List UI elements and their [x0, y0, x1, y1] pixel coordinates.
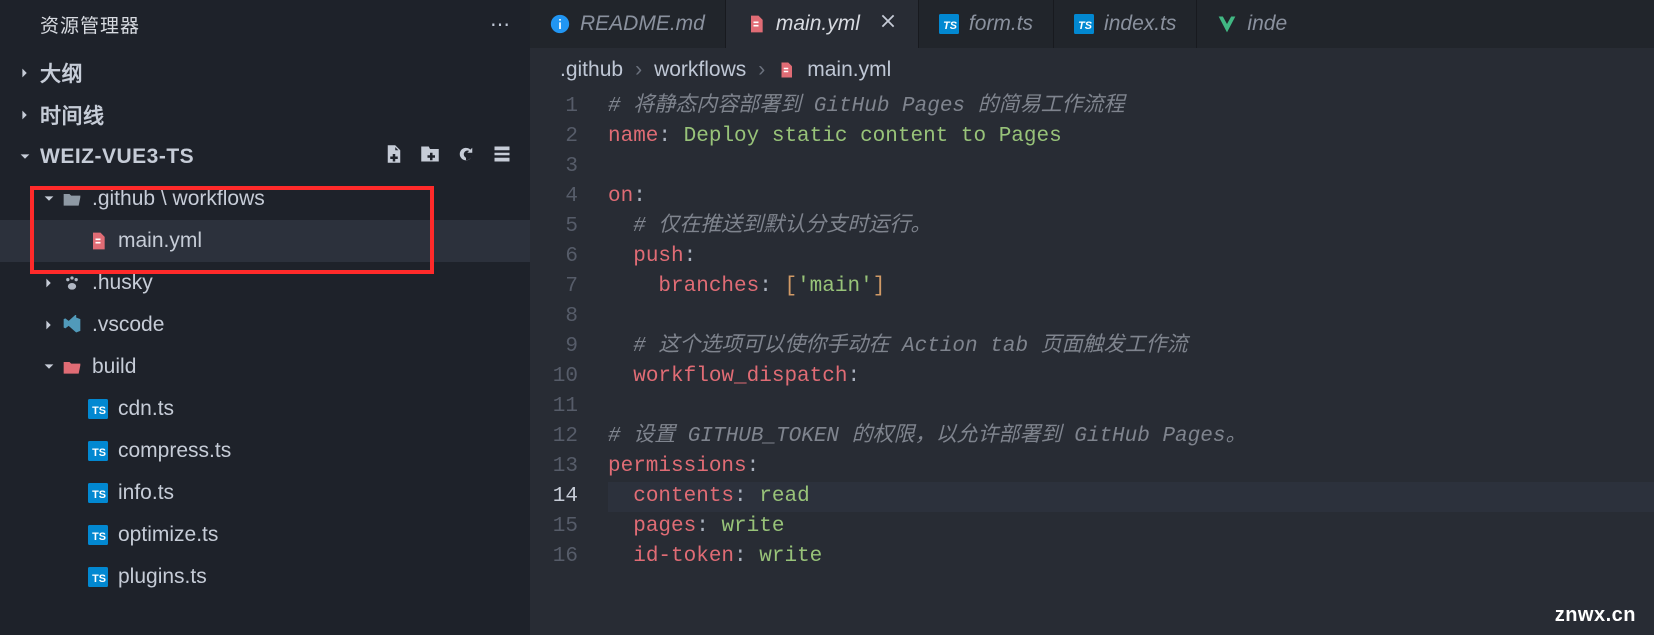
yaml-icon — [777, 61, 795, 79]
ts-icon — [1074, 14, 1094, 34]
watermark: znwx.cn — [1555, 604, 1636, 627]
outline-label: 大纲 — [40, 58, 83, 88]
breadcrumb-seg[interactable]: main.yml — [807, 58, 891, 82]
info-icon — [550, 14, 570, 34]
project-root[interactable]: WEIZ-VUE3-TS — [0, 136, 530, 178]
tab-index-ts[interactable]: index.ts — [1054, 0, 1197, 48]
chevron-down-icon — [16, 150, 34, 164]
close-icon[interactable] — [878, 11, 898, 37]
chevron-down-icon — [40, 192, 58, 206]
file-optimize-ts[interactable]: optimize.ts — [0, 514, 530, 556]
file-label: optimize.ts — [118, 523, 218, 547]
chevron-right-icon — [40, 318, 58, 332]
new-folder-icon[interactable] — [420, 144, 440, 170]
paw-icon — [58, 273, 86, 293]
timeline-label: 时间线 — [40, 100, 105, 130]
breadcrumb[interactable]: .github › workflows › main.yml — [530, 48, 1654, 92]
sidebar-title: 资源管理器 — [40, 11, 490, 38]
project-actions — [384, 144, 530, 170]
chevron-right-icon — [40, 276, 58, 290]
code-content[interactable]: # 将静态内容部署到 GitHub Pages 的简易工作流程name: Dep… — [596, 92, 1654, 635]
ts-icon — [84, 567, 112, 587]
sidebar-header: 资源管理器 ⋯ — [0, 0, 530, 48]
tab-label: index.ts — [1104, 12, 1176, 36]
tab-label: form.ts — [969, 12, 1033, 36]
refresh-icon[interactable] — [456, 144, 476, 170]
yaml-icon — [84, 231, 112, 251]
tab-label: inde — [1247, 12, 1287, 36]
file-info-ts[interactable]: info.ts — [0, 472, 530, 514]
file-label: plugins.ts — [118, 565, 207, 589]
file-label: cdn.ts — [118, 397, 174, 421]
ts-icon — [939, 14, 959, 34]
ts-icon — [84, 441, 112, 461]
ts-icon — [84, 399, 112, 419]
yaml-icon — [746, 14, 766, 34]
folder-label: .github \ workflows — [92, 187, 265, 211]
tab-vue[interactable]: inde — [1197, 0, 1307, 48]
chevron-down-icon — [40, 360, 58, 374]
file-label: main.yml — [118, 229, 202, 253]
breadcrumb-seg[interactable]: .github — [560, 58, 623, 82]
more-icon[interactable]: ⋯ — [490, 12, 510, 37]
collapse-icon[interactable] — [492, 144, 512, 170]
file-compress-ts[interactable]: compress.ts — [0, 430, 530, 472]
new-file-icon[interactable] — [384, 144, 404, 170]
editor-area: README.md main.yml form.ts index.ts inde… — [530, 0, 1654, 635]
folder-github[interactable]: .github \ workflows — [0, 178, 530, 220]
tab-bar: README.md main.yml form.ts index.ts inde — [530, 0, 1654, 48]
file-cdn-ts[interactable]: cdn.ts — [0, 388, 530, 430]
file-tree: 大纲 时间线 WEIZ-VUE3-TS .github \ workflows … — [0, 48, 530, 635]
project-label: WEIZ-VUE3-TS — [40, 145, 194, 169]
tab-label: main.yml — [776, 12, 860, 36]
tab-form-ts[interactable]: form.ts — [919, 0, 1054, 48]
tab-readme[interactable]: README.md — [530, 0, 726, 48]
vscode-icon — [58, 315, 86, 335]
code-editor[interactable]: 12345678910111213141516 # 将静态内容部署到 GitHu… — [530, 92, 1654, 635]
line-gutter: 12345678910111213141516 — [530, 92, 596, 635]
breadcrumb-seg[interactable]: workflows — [654, 58, 746, 82]
section-outline[interactable]: 大纲 — [0, 52, 530, 94]
folder-husky[interactable]: .husky — [0, 262, 530, 304]
chevron-right-icon: › — [758, 58, 765, 82]
explorer-sidebar: 资源管理器 ⋯ 大纲 时间线 WEIZ-VUE3-TS .github \ wo… — [0, 0, 530, 635]
folder-build[interactable]: build — [0, 346, 530, 388]
folder-label: .husky — [92, 271, 153, 295]
tab-main-yml[interactable]: main.yml — [726, 0, 919, 48]
ts-icon — [84, 483, 112, 503]
chevron-right-icon: › — [635, 58, 642, 82]
chevron-right-icon — [16, 66, 34, 80]
chevron-right-icon — [16, 108, 34, 122]
file-label: info.ts — [118, 481, 174, 505]
folder-label: .vscode — [92, 313, 164, 337]
file-plugins-ts[interactable]: plugins.ts — [0, 556, 530, 598]
tab-label: README.md — [580, 12, 705, 36]
file-label: compress.ts — [118, 439, 231, 463]
folder-icon — [58, 357, 86, 377]
folder-vscode[interactable]: .vscode — [0, 304, 530, 346]
file-main-yml[interactable]: main.yml — [0, 220, 530, 262]
vue-icon — [1217, 14, 1237, 34]
folder-label: build — [92, 355, 136, 379]
folder-icon — [58, 189, 86, 209]
ts-icon — [84, 525, 112, 545]
section-timeline[interactable]: 时间线 — [0, 94, 530, 136]
